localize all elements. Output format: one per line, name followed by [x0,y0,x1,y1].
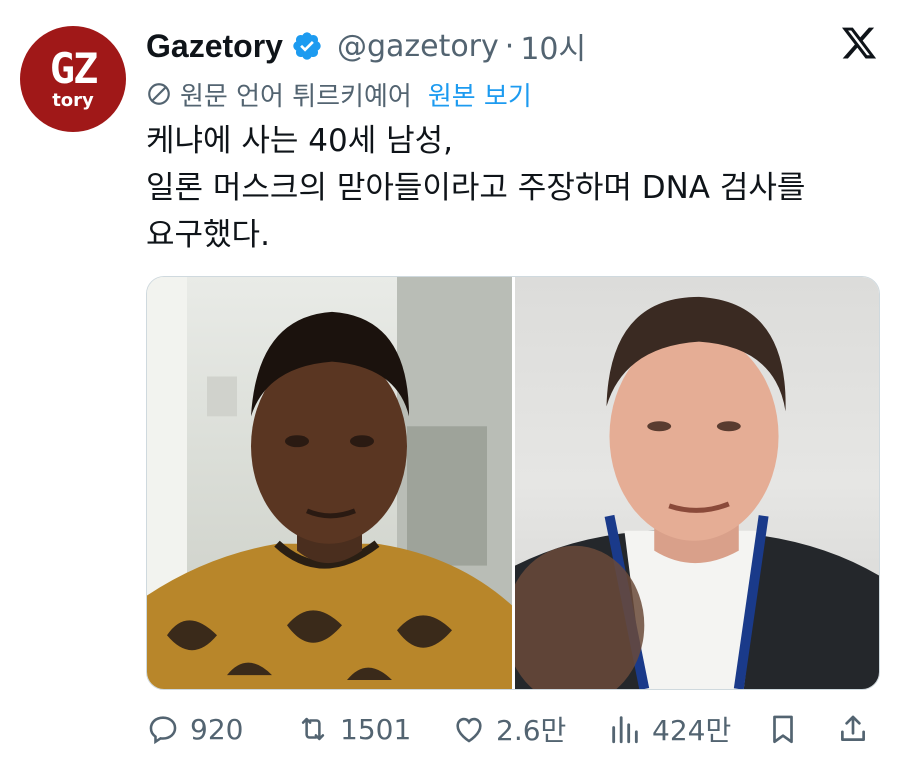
views-chart-icon [612,716,638,744]
translation-line: 원문 언어 튀르키예어 원본 보기 [146,76,532,112]
photo-right-illustration [515,296,879,689]
share-button[interactable] [836,704,870,754]
reply-button[interactable]: 920 [146,704,243,754]
reply-icon [149,716,177,745]
views-button[interactable]: 424만 [608,704,731,754]
tweet-text-line: 요구했다. [146,217,270,253]
photo-man-patterned-shirt[interactable] [147,277,515,689]
x-logo-icon[interactable] [840,24,878,62]
reply-count: 920 [190,712,244,746]
tweet: GZ tory Gazetory @gazetory · 10시 원문 언어 튀… [0,0,900,779]
tweet-text: 케냐에 사는 40세 남성, 일론 머스크의 맏아들이라고 주장하며 DNA 검… [146,118,886,259]
like-button[interactable]: 2.6만 [452,704,566,754]
separator-dot: · [504,28,515,64]
views-count: 424만 [652,714,732,747]
media-grid [146,276,880,690]
bookmark-button[interactable] [766,704,800,754]
action-bar: 920 1501 2.6만 424만 [146,704,880,754]
translate-icon [148,83,170,105]
verified-badge-icon [293,32,321,60]
avatar-logo-text: GZ [49,44,99,93]
show-original-link[interactable]: 원본 보기 [428,76,532,113]
bookmark-icon [773,715,793,744]
repost-count: 1501 [340,712,412,746]
tweet-text-line: 케냐에 사는 40세 남성, [146,123,454,159]
tweet-text-line: 일론 머스크의 맏아들이라고 주장하며 DNA 검사를 [146,170,806,206]
repost-button[interactable]: 1501 [296,704,411,754]
timestamp[interactable]: 10시 [520,24,586,68]
avatar[interactable]: GZ tory [20,26,126,132]
like-count: 2.6만 [496,714,567,747]
heart-icon [456,717,482,743]
translation-source-language: 원문 언어 튀르키예어 [180,81,412,112]
tweet-header: Gazetory @gazetory · 10시 [146,22,586,70]
display-name[interactable]: Gazetory [146,28,283,65]
avatar-logo-subtext: tory [52,90,94,111]
photo-elon-musk[interactable] [515,277,879,689]
repost-icon [301,717,325,741]
handle[interactable]: @gazetory [337,29,499,64]
share-icon [841,715,865,741]
photo-left-illustration [147,277,512,689]
